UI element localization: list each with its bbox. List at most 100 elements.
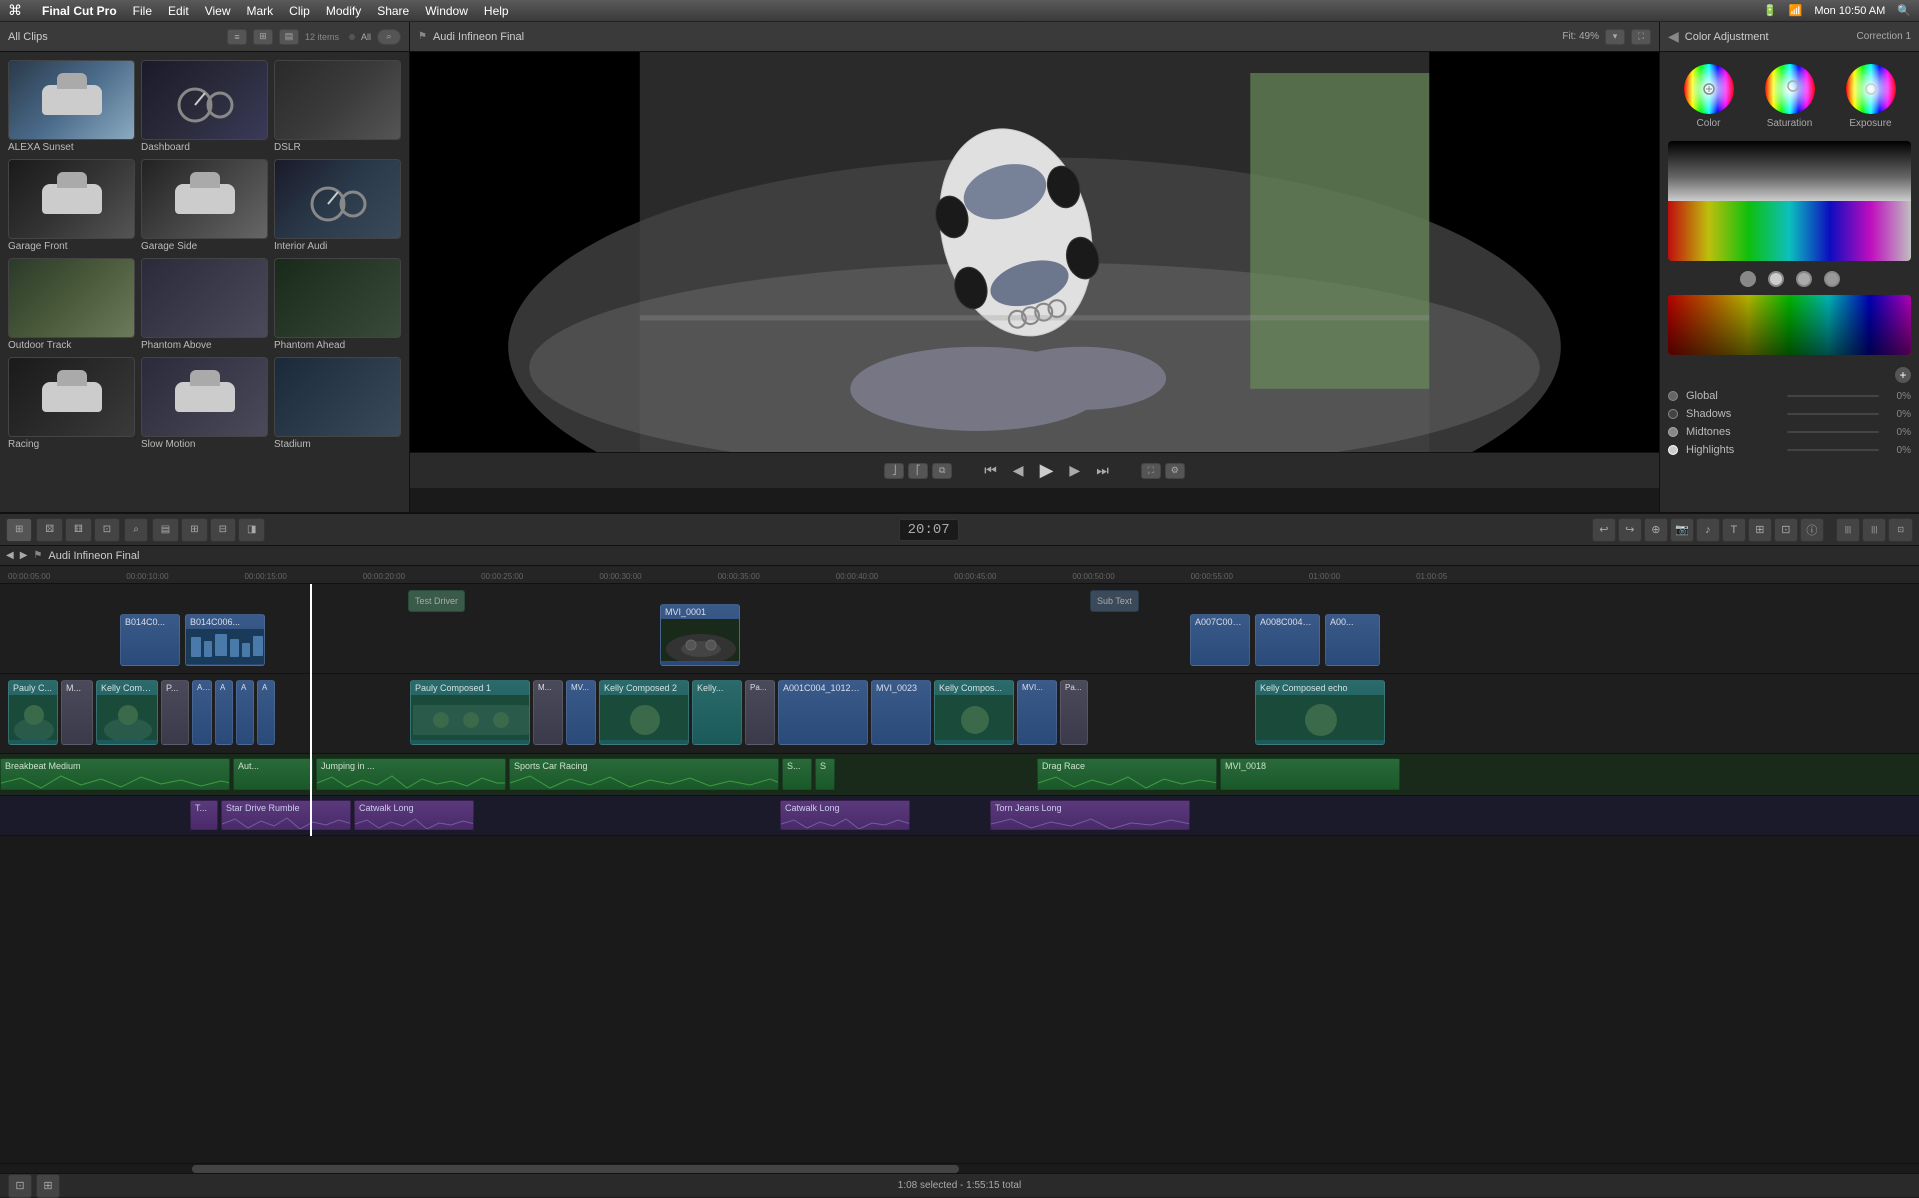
color-back-icon[interactable]: ◀ — [1668, 28, 1679, 45]
menu-share[interactable]: Share — [377, 4, 409, 18]
audio-aut[interactable]: Aut... — [233, 758, 313, 790]
tl-select-tool-btn[interactable]: ⊞ — [6, 518, 32, 542]
tl-info-btn[interactable]: ⓘ — [1800, 518, 1824, 542]
tl-paste-btn[interactable]: 📷 — [1670, 518, 1694, 542]
tl-view2-btn[interactable]: ⊞ — [181, 518, 207, 542]
next-frame-btn[interactable]: ▶ — [1069, 462, 1080, 479]
midtones-slider[interactable] — [1787, 431, 1880, 433]
clip-a007c[interactable]: A007C006... — [1190, 614, 1250, 666]
main-pauly-comp1[interactable]: Pauly Composed 1 — [410, 680, 530, 745]
main-a1[interactable]: A... — [192, 680, 212, 745]
main-pa2[interactable]: Pa... — [1060, 680, 1088, 745]
main-kelly2[interactable]: Kelly... — [692, 680, 742, 745]
tl-audio-btn[interactable]: ♪ — [1696, 518, 1720, 542]
clip-b014c006[interactable]: B014C006... — [185, 614, 265, 666]
audio-jumping[interactable]: Jumping in ... — [316, 758, 506, 790]
audio-s2[interactable]: S — [815, 758, 835, 790]
main-a2[interactable]: A — [215, 680, 233, 745]
main-a001[interactable]: A001C004_101216... — [778, 680, 868, 745]
audio-catwalk2[interactable]: Catwalk Long — [780, 800, 910, 830]
audio-star-drive[interactable]: Star Drive Rumble — [221, 800, 351, 830]
export-btn[interactable]: ⊞ — [36, 1174, 60, 1198]
main-m2[interactable]: M... — [533, 680, 563, 745]
clip-item-stadium[interactable]: Stadium — [274, 357, 401, 450]
main-a3[interactable]: A — [236, 680, 254, 745]
tl-trans-btn[interactable]: ⊡ — [1774, 518, 1798, 542]
clip-b014c0[interactable]: B014C0... — [120, 614, 180, 666]
tl-zoom-out-btn[interactable]: ||| — [1862, 518, 1886, 542]
in-point-btn[interactable]: ⎦ — [884, 463, 904, 479]
clip-item-slow-motion[interactable]: Slow Motion — [141, 357, 268, 450]
out-point-btn[interactable]: ⎡ — [908, 463, 928, 479]
main-kelly-compos[interactable]: Kelly Compos... — [934, 680, 1014, 745]
color-wheel-svg[interactable] — [1684, 64, 1734, 114]
grid-view-btn[interactable]: ⊞ — [253, 29, 273, 45]
tl-view3-btn[interactable]: ⊟ — [210, 518, 236, 542]
tl-redo-btn[interactable]: ↪ — [1618, 518, 1642, 542]
tl-range-btn[interactable]: ⊡ — [94, 518, 120, 542]
audio-breakbeat[interactable]: Breakbeat Medium — [0, 758, 230, 790]
fullscreen-btn[interactable]: ⛶ — [1631, 29, 1651, 45]
search-icon[interactable]: 🔍 — [1897, 4, 1911, 17]
audio-mvi0018[interactable]: MVI_0018 — [1220, 758, 1400, 790]
dot-btn[interactable] — [349, 34, 355, 40]
clip-item-dslr[interactable]: DSLR — [274, 60, 401, 153]
app-name-menu[interactable]: Final Cut Pro — [42, 4, 117, 18]
highlights-knob[interactable] — [1796, 271, 1812, 287]
clip-btn[interactable]: ⧉ — [932, 463, 952, 479]
audio-drag-race[interactable]: Drag Race — [1037, 758, 1217, 790]
clip-item-phantom-above[interactable]: Phantom Above — [141, 258, 268, 351]
menu-modify[interactable]: Modify — [326, 4, 361, 18]
clip-item-outdoor-track[interactable]: Outdoor Track — [8, 258, 135, 351]
tl-timecode[interactable]: 20:07 — [899, 519, 959, 541]
audio-s1[interactable]: S... — [782, 758, 812, 790]
tl-pos-btn[interactable]: ⚅ — [65, 518, 92, 542]
timeline-scrollbar[interactable] — [0, 1163, 1919, 1173]
zoom-btn[interactable]: ⛶ — [1141, 463, 1161, 479]
main-kelly-comp2[interactable]: Kelly Composed 2 — [599, 680, 689, 745]
clip-item-dashboard[interactable]: Dashboard — [141, 60, 268, 153]
main-pa[interactable]: Pa... — [745, 680, 775, 745]
main-a4[interactable]: A — [257, 680, 275, 745]
main-m1[interactable]: M... — [61, 680, 93, 745]
menu-file[interactable]: File — [133, 4, 152, 18]
main-p1[interactable]: P... — [161, 680, 189, 745]
tl-undo-btn[interactable]: ↩ — [1592, 518, 1616, 542]
tl-header-prev-btn[interactable]: ◀ — [6, 550, 14, 561]
clip-item-racing[interactable]: Racing — [8, 357, 135, 450]
go-start-btn[interactable]: ⏮ — [984, 462, 997, 479]
clip-item-garage-front[interactable]: Garage Front — [8, 159, 135, 252]
tl-gen-btn[interactable]: ⊞ — [1748, 518, 1772, 542]
menu-view[interactable]: View — [205, 4, 231, 18]
menu-mark[interactable]: Mark — [247, 4, 274, 18]
filmstrip-btn[interactable]: ▤ — [279, 29, 299, 45]
shadows-knob[interactable] — [1740, 271, 1756, 287]
audio-sports-car[interactable]: Sports Car Racing — [509, 758, 779, 790]
midtones-knob[interactable] — [1768, 271, 1784, 287]
audio-t[interactable]: T... — [190, 800, 218, 830]
clip-item-phantom-ahead[interactable]: Phantom Ahead — [274, 258, 401, 351]
main-kelly-echo[interactable]: Kelly Composed echo — [1255, 680, 1385, 745]
master-knob[interactable] — [1824, 271, 1840, 287]
main-mvi0023[interactable]: MVI_0023 — [871, 680, 931, 745]
share-btn[interactable]: ⊡ — [8, 1174, 32, 1198]
play-btn[interactable]: ▶ — [1040, 460, 1054, 481]
scrollbar-thumb[interactable] — [192, 1165, 960, 1173]
main-pauly-c[interactable]: Pauly C... — [8, 680, 58, 745]
tl-view4-btn[interactable]: ◨ — [238, 518, 265, 542]
tl-header-play-btn[interactable]: ▶ — [20, 550, 28, 561]
tl-zoom-btn[interactable]: ⌕ — [124, 518, 148, 542]
clip-item-interior-audi[interactable]: Interior Audi — [274, 159, 401, 252]
tl-copy-btn[interactable]: ⊕ — [1644, 518, 1668, 542]
menu-window[interactable]: Window — [425, 4, 468, 18]
main-kelly-comp[interactable]: Kelly Comp... — [96, 680, 158, 745]
menu-clip[interactable]: Clip — [289, 4, 310, 18]
clip-a00[interactable]: A00... — [1325, 614, 1380, 666]
tl-view1-btn[interactable]: ▤ — [152, 518, 179, 542]
menu-edit[interactable]: Edit — [168, 4, 189, 18]
tl-zoom-in-btn[interactable]: ||| — [1836, 518, 1860, 542]
list-view-btn[interactable]: ≡ — [227, 29, 247, 45]
global-slider[interactable] — [1787, 395, 1880, 397]
shadows-slider[interactable] — [1787, 413, 1880, 415]
audio-torn-jeans[interactable]: Torn Jeans Long — [990, 800, 1190, 830]
